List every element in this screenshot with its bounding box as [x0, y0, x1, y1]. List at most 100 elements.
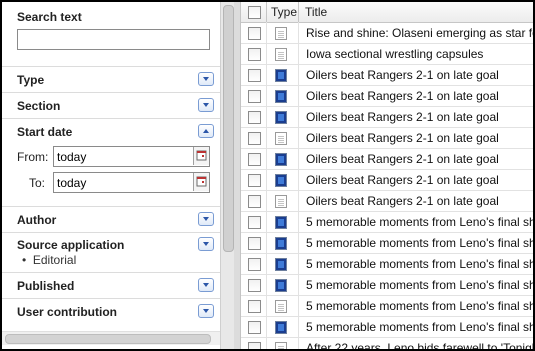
video-icon: [275, 237, 287, 250]
table-row[interactable]: Oilers beat Rangers 2-1 on late goal: [241, 170, 533, 191]
to-date-input[interactable]: [53, 172, 210, 193]
doc-icon: [275, 300, 287, 313]
chevron-down-icon: [203, 283, 209, 287]
chevron-down-icon: [203, 242, 209, 246]
row-checkbox[interactable]: [248, 300, 261, 313]
row-title[interactable]: After 22 years, Leno bids farewell to 'T…: [306, 341, 533, 349]
row-checkbox[interactable]: [248, 195, 261, 208]
video-icon: [275, 90, 287, 103]
row-title[interactable]: 5 memorable moments from Leno's final sh…: [306, 257, 533, 271]
to-calendar-button[interactable]: [193, 173, 209, 191]
table-row[interactable]: Oilers beat Rangers 2-1 on late goal: [241, 86, 533, 107]
table-row[interactable]: Oilers beat Rangers 2-1 on late goal: [241, 149, 533, 170]
video-icon: [275, 258, 287, 271]
chevron-down-icon: [203, 217, 209, 221]
row-checkbox[interactable]: [248, 237, 261, 250]
start-date-label[interactable]: Start date: [17, 125, 72, 139]
row-title[interactable]: 5 memorable moments from Leno's final sh…: [306, 236, 533, 250]
row-checkbox[interactable]: [248, 69, 261, 82]
row-checkbox[interactable]: [248, 48, 261, 61]
filter-type-section[interactable]: Type: [2, 66, 220, 93]
author-filter-label: Author: [17, 213, 57, 227]
doc-icon: [275, 195, 287, 208]
panel-splitter[interactable]: [234, 2, 241, 349]
column-header-title[interactable]: Title: [299, 2, 533, 22]
table-row[interactable]: 5 memorable moments from Leno's final sh…: [241, 275, 533, 296]
from-calendar-button[interactable]: [193, 147, 209, 165]
row-checkbox[interactable]: [248, 27, 261, 40]
table-row[interactable]: 5 memorable moments from Leno's final sh…: [241, 212, 533, 233]
filter-source-application-section[interactable]: Source application • Editorial: [2, 232, 220, 273]
row-title[interactable]: Iowa sectional wrestling capsules: [306, 47, 483, 61]
app-window: Search text Type Section Start date From…: [2, 2, 533, 349]
video-icon: [275, 216, 287, 229]
row-title[interactable]: 5 memorable moments from Leno's final sh…: [306, 299, 533, 313]
expand-user-contribution-button[interactable]: [198, 304, 214, 318]
expand-type-button[interactable]: [198, 72, 214, 86]
filter-panel-vertical-scrollbar[interactable]: [220, 2, 235, 349]
video-icon: [275, 321, 287, 334]
filter-user-contribution-section[interactable]: User contribution: [2, 298, 220, 324]
column-header-type[interactable]: Type: [267, 2, 299, 22]
row-title[interactable]: Rise and shine: Olaseni emerging as star…: [306, 26, 533, 40]
expand-published-button[interactable]: [198, 278, 214, 292]
row-title[interactable]: Oilers beat Rangers 2-1 on late goal: [306, 89, 499, 103]
table-row[interactable]: Oilers beat Rangers 2-1 on late goal: [241, 65, 533, 86]
row-title[interactable]: Oilers beat Rangers 2-1 on late goal: [306, 131, 499, 145]
table-row[interactable]: Iowa sectional wrestling capsules: [241, 44, 533, 65]
from-date-input[interactable]: [53, 146, 210, 167]
expand-section-button[interactable]: [198, 98, 214, 112]
horizontal-scroll-thumb[interactable]: [5, 334, 211, 344]
chevron-up-icon: [203, 129, 209, 133]
table-row[interactable]: Rise and shine: Olaseni emerging as star…: [241, 23, 533, 44]
table-row[interactable]: 5 memorable moments from Leno's final sh…: [241, 233, 533, 254]
row-title[interactable]: 5 memorable moments from Leno's final sh…: [306, 215, 533, 229]
row-title[interactable]: Oilers beat Rangers 2-1 on late goal: [306, 68, 499, 82]
row-checkbox[interactable]: [248, 216, 261, 229]
search-input[interactable]: [17, 29, 210, 50]
filter-section-section[interactable]: Section: [2, 92, 220, 119]
row-checkbox[interactable]: [248, 279, 261, 292]
chevron-down-icon: [203, 103, 209, 107]
row-checkbox[interactable]: [248, 90, 261, 103]
calendar-icon: [196, 150, 207, 161]
table-row[interactable]: Oilers beat Rangers 2-1 on late goal: [241, 107, 533, 128]
row-checkbox[interactable]: [248, 111, 261, 124]
row-checkbox[interactable]: [248, 342, 261, 349]
row-checkbox[interactable]: [248, 174, 261, 187]
expand-source-application-button[interactable]: [198, 237, 214, 251]
filter-panel-horizontal-scrollbar[interactable]: [2, 331, 220, 345]
row-title[interactable]: 5 memorable moments from Leno's final sh…: [306, 278, 533, 292]
row-checkbox[interactable]: [248, 321, 261, 334]
video-icon: [275, 111, 287, 124]
filter-start-date-section: Start date From: To:: [2, 118, 220, 207]
video-icon: [275, 69, 287, 82]
table-row[interactable]: Oilers beat Rangers 2-1 on late goal: [241, 191, 533, 212]
row-checkbox[interactable]: [248, 258, 261, 271]
table-row[interactable]: 5 memorable moments from Leno's final sh…: [241, 317, 533, 338]
row-title[interactable]: Oilers beat Rangers 2-1 on late goal: [306, 194, 499, 208]
table-row[interactable]: 5 memorable moments from Leno's final sh…: [241, 254, 533, 275]
table-row[interactable]: 5 memorable moments from Leno's final sh…: [241, 296, 533, 317]
source-application-label: Source application: [17, 238, 125, 252]
row-title[interactable]: Oilers beat Rangers 2-1 on late goal: [306, 110, 499, 124]
row-checkbox[interactable]: [248, 132, 261, 145]
expand-author-button[interactable]: [198, 212, 214, 226]
table-row[interactable]: After 22 years, Leno bids farewell to 'T…: [241, 338, 533, 349]
row-checkbox[interactable]: [248, 153, 261, 166]
row-title[interactable]: 5 memorable moments from Leno's final sh…: [306, 320, 533, 334]
filter-published-section[interactable]: Published: [2, 272, 220, 299]
source-application-item: • Editorial: [22, 253, 77, 267]
doc-icon: [275, 27, 287, 40]
calendar-icon: [196, 176, 207, 187]
collapse-start-date-button[interactable]: [198, 124, 214, 138]
video-icon: [275, 153, 287, 166]
filter-author-section[interactable]: Author: [2, 206, 220, 233]
row-title[interactable]: Oilers beat Rangers 2-1 on late goal: [306, 152, 499, 166]
table-row[interactable]: Oilers beat Rangers 2-1 on late goal: [241, 128, 533, 149]
video-icon: [275, 174, 287, 187]
vertical-scroll-thumb[interactable]: [223, 5, 234, 252]
row-title[interactable]: Oilers beat Rangers 2-1 on late goal: [306, 173, 499, 187]
select-all-checkbox[interactable]: [248, 6, 261, 19]
user-contribution-label: User contribution: [17, 305, 118, 319]
